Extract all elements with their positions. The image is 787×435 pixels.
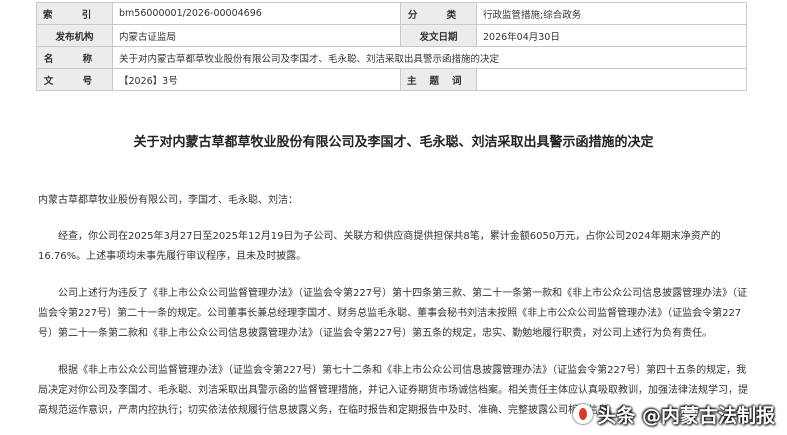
paragraph-findings: 经查，你公司在2025年3月27日至2025年12月19日为子公司、关联方和供应… bbox=[38, 231, 721, 262]
issuer-label: 发布机构 bbox=[36, 24, 113, 47]
docno-value: 【2026】3号 bbox=[112, 68, 401, 91]
index-value: bm56000001/2026-00004696 bbox=[112, 2, 401, 25]
meta-row: 索 引 号 bm56000001/2026-00004696 分 类 行政监管措… bbox=[36, 2, 747, 25]
date-label: 发文日期 bbox=[400, 24, 477, 47]
meta-row: 名 称 关于对内蒙古草都草牧业股份有限公司及李国才、毛永聪、刘洁采取出具警示函措… bbox=[36, 46, 747, 69]
date-value: 2026年04月30日 bbox=[476, 24, 747, 47]
docno-label: 文 号 bbox=[36, 68, 113, 91]
watermark-text: 头条 @内蒙古法制报 bbox=[597, 404, 775, 427]
salutation: 内蒙古草都草牧业股份有限公司，李国才、毛永聪、刘洁： bbox=[38, 195, 298, 206]
meta-row: 发布机构 内蒙古证监局 发文日期 2026年04月30日 bbox=[36, 24, 747, 47]
meta-row: 文 号 【2026】3号 主题词 bbox=[36, 68, 747, 91]
document-metadata-table: 索 引 号 bm56000001/2026-00004696 分 类 行政监管措… bbox=[36, 2, 747, 91]
issuer-value: 内蒙古证监局 bbox=[112, 24, 401, 47]
watermark: 头条 @内蒙古法制报 bbox=[567, 399, 775, 429]
toutiao-logo-icon bbox=[573, 404, 594, 424]
category-label: 分 类 bbox=[400, 2, 477, 25]
paragraph-violations: 公司上述行为违反了《非上市公众公司监督管理办法》（证监会令第227号）第十四条第… bbox=[38, 288, 748, 339]
subject-label: 主题词 bbox=[400, 68, 477, 91]
name-label: 名 称 bbox=[36, 46, 113, 69]
name-value: 关于对内蒙古草都草牧业股份有限公司及李国才、毛永聪、刘洁采取出具警示函措施的决定 bbox=[112, 46, 747, 69]
subject-value bbox=[476, 68, 747, 91]
category-value: 行政监管措施;综合政务 bbox=[476, 2, 747, 25]
document-title: 关于对内蒙古草都草牧业股份有限公司及李国才、毛永聪、刘洁采取出具警示函措施的决定 bbox=[133, 135, 654, 150]
index-label: 索 引 号 bbox=[36, 2, 113, 25]
